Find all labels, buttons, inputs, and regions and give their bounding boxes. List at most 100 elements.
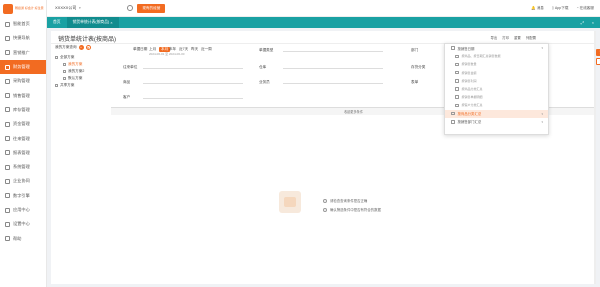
company-selector[interactable]: XXXXX公司 (55, 5, 76, 11)
dropdown-item-label: 按销售部门汇总 (457, 120, 482, 125)
expand-icon[interactable]: ⤢ (581, 21, 584, 25)
sidebar-item[interactable]: 快捷导航 (0, 31, 46, 45)
date-option[interactable]: 近一周 (201, 47, 212, 52)
add-icon[interactable]: + (78, 45, 84, 50)
chevron-down-icon: ▾ (541, 46, 543, 51)
tab-home[interactable]: 首页 (47, 17, 67, 28)
dropdown-item[interactable]: 按销售金额 (445, 69, 548, 77)
sidebar-item-label: 设置中心 (13, 221, 30, 227)
app-download-button[interactable]: ▯ App下载 (552, 6, 569, 11)
field-label: 单据类型 (259, 48, 274, 52)
field-label: 表单 (411, 80, 419, 84)
nav-icon (5, 178, 10, 184)
option-icon (455, 62, 459, 67)
nav-icon (5, 78, 10, 84)
hint-row: 请检查查询条件是否正确 (323, 198, 381, 203)
print-button[interactable]: 打印 (502, 35, 509, 40)
sidebar-item-label: 帮助 (13, 235, 22, 241)
sidebar-item[interactable]: 库存管理 (0, 103, 46, 117)
tree-item[interactable]: 共享方案 (55, 82, 113, 89)
top-action-button[interactable]: 现有的经营 (137, 3, 166, 13)
dropdown-item-label: 按销售金额 (461, 70, 477, 75)
scrollbar[interactable] (594, 31, 596, 284)
headset-icon: ◔ (576, 6, 579, 10)
nav-icon (5, 64, 10, 70)
file-icon (63, 77, 66, 80)
sidebar-item[interactable]: 销售管理 (0, 88, 46, 102)
sidebar-item-label: 数字引擎 (13, 192, 30, 198)
dropdown-item[interactable]: 按商品分类汇总 (445, 85, 548, 93)
dropdown-item[interactable]: 按商品分类汇总 ▾ (445, 109, 548, 118)
option-icon (455, 95, 459, 99)
folder-icon (55, 56, 58, 59)
sidebar-item[interactable]: 企业协同 (0, 174, 46, 188)
tab-sales-report[interactable]: 销货单统计表(按商品) × (66, 17, 119, 28)
dropdown-item-label: 按销售利润 (461, 78, 477, 83)
sidebar-item[interactable]: 智能首页 (0, 17, 46, 31)
bell-icon: 🔔 (531, 6, 536, 10)
dropdown-item-label: 按商品、按日期汇总销售数据 (461, 54, 501, 59)
dropdown-item[interactable]: 按销售部门汇总 ▾ (445, 118, 548, 126)
option-icon (451, 46, 455, 50)
date-label: 单据日期 (133, 47, 148, 51)
dropdown-item[interactable]: 按商品、按日期汇总销售数据 (445, 52, 548, 60)
sidebar-item[interactable]: 数字引擎 (0, 189, 46, 203)
date-range: 2024-06-01 至 2024-06-30 (149, 52, 185, 56)
option-icon (455, 103, 459, 108)
close-icon[interactable]: × (592, 21, 594, 25)
sidebar-item[interactable]: 营销推广 (0, 46, 46, 60)
sidebar-item-label: 智能首页 (13, 21, 30, 27)
sidebar-item[interactable]: 资金管理 (0, 117, 46, 131)
sidebar-item[interactable]: 往来管理 (0, 131, 46, 145)
sidebar-item[interactable]: 报表管理 (0, 146, 46, 160)
sidebar-item-label: 库存管理 (13, 106, 30, 112)
sidebar-item[interactable]: 财务管理 (0, 59, 46, 75)
sidebar-item-label: 报表管理 (13, 149, 30, 155)
reset-layout-button[interactable]: 重置 (514, 35, 521, 40)
field-input[interactable] (143, 78, 243, 84)
sidebar-item[interactable]: 应用中心 (0, 203, 46, 217)
dropdown-item[interactable]: 按客户分类汇总 (445, 101, 548, 109)
export-button[interactable]: 导出 (490, 35, 497, 40)
option-icon (451, 111, 455, 116)
gear-icon[interactable] (127, 5, 134, 11)
sidebar-item[interactable]: 帮助 (0, 231, 46, 245)
dropdown-item[interactable]: 按销售单据明细 (445, 93, 548, 101)
chevron-down-icon[interactable]: ▼ (78, 6, 81, 10)
sidebar-item[interactable]: 采购管理 (0, 74, 46, 88)
field-input[interactable] (143, 63, 243, 69)
nav-icon (5, 107, 10, 113)
date-option[interactable]: 昨天 (191, 47, 198, 52)
message-button[interactable]: 🔔 消息 (531, 6, 544, 11)
dropdown-item-label: 按商品分类汇总 (457, 112, 482, 117)
chevron-down-icon: ▾ (541, 119, 543, 124)
field-input[interactable] (283, 78, 383, 84)
settings-icon[interactable]: ⚙ (85, 45, 91, 50)
tree-item[interactable]: 我的方案 (55, 61, 113, 68)
topbar: XXXXX公司 ▼ 现有的经营 🔔 消息 ▯ App下载 ◔ 在线客服 (47, 0, 600, 17)
tree-item[interactable]: 全部方案 (55, 54, 113, 61)
field-input[interactable] (283, 46, 383, 52)
dropdown-item[interactable]: 按销售数量 (445, 60, 548, 68)
sidebar-item-label: 资金管理 (13, 121, 30, 127)
field-label: 仓库 (259, 65, 267, 69)
nav-icon (5, 136, 10, 142)
columns-button[interactable]: 列配置 (526, 35, 536, 40)
option-icon (455, 79, 459, 83)
reset-button[interactable]: 重置 (596, 58, 600, 65)
sidebar-item[interactable]: 系统管理 (0, 160, 46, 174)
dropdown-item[interactable]: 按销售利润 (445, 77, 548, 85)
field-label: 商品 (123, 80, 131, 84)
field-input[interactable] (143, 93, 243, 99)
sidebar-item[interactable]: 设置中心 (0, 217, 46, 231)
tree-item[interactable]: 我的方案2 (55, 68, 113, 75)
nav-icon (5, 150, 10, 156)
tree-item[interactable]: 默认方案 (55, 75, 113, 82)
support-button[interactable]: ◔ 在线客服 (576, 6, 594, 11)
dropdown-item-label: 按商品分类汇总 (461, 87, 483, 92)
field-input[interactable] (283, 63, 383, 69)
dropdown-item[interactable]: 按销售日期 ▾ (445, 44, 548, 52)
query-button[interactable]: 查询 (596, 49, 600, 56)
field-label: 业务员 (259, 80, 270, 84)
empty-box-icon (279, 191, 301, 213)
